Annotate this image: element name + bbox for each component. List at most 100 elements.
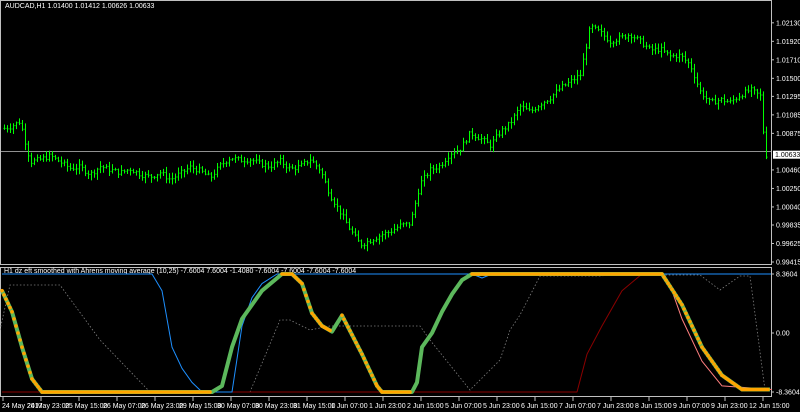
ahrens-marker bbox=[354, 340, 358, 345]
time-tick-label: 30 May 23:00 bbox=[255, 403, 298, 410]
price-tick-label: 1.00875 bbox=[776, 131, 800, 138]
ahrens-marker bbox=[340, 313, 344, 318]
ahrens-marker bbox=[362, 356, 366, 361]
ahrens-marker bbox=[328, 328, 332, 333]
ahrens-marker bbox=[694, 332, 698, 337]
ahrens-marker bbox=[350, 332, 354, 337]
ahrens-marker bbox=[304, 293, 308, 298]
ahrens-marker bbox=[0, 288, 4, 293]
time-tick-label: 8 Jun 15:00 bbox=[635, 403, 672, 410]
ahrens-marker bbox=[344, 321, 348, 325]
price-bars bbox=[3, 23, 768, 252]
indicator-frame bbox=[0, 267, 772, 397]
price-tick-label: 0.99415 bbox=[776, 260, 800, 267]
main-chart-frame bbox=[0, 0, 772, 265]
ahrens-marker bbox=[676, 296, 680, 301]
price-tick-label: 1.01295 bbox=[776, 94, 800, 101]
time-tick-label: 29 May 15:00 bbox=[179, 403, 222, 410]
ahrens-marker bbox=[368, 369, 372, 373]
time-tick-label: 9 Jun 07:00 bbox=[673, 403, 710, 410]
ahrens-marker bbox=[364, 360, 368, 365]
ahrens-marker bbox=[408, 390, 412, 394]
ahrens-marker bbox=[366, 365, 370, 369]
ahrens-marker bbox=[14, 324, 18, 328]
ahrens-marker bbox=[668, 284, 672, 289]
ahrens-marker bbox=[660, 272, 664, 276]
time-axis: 24 May 201724 May 23:0025 May 15:0026 Ma… bbox=[2, 397, 790, 410]
time-tick-label: 12 Jun 15:00 bbox=[749, 403, 790, 410]
ahrens-marker bbox=[356, 344, 360, 349]
price-tick-label: 1.01710 bbox=[776, 57, 800, 64]
ahrens-marker bbox=[672, 290, 676, 295]
ahrens-marker bbox=[680, 302, 684, 307]
ahrens-marker bbox=[10, 310, 14, 314]
price-tick-label: 1.01920 bbox=[776, 39, 800, 46]
time-tick-label: 25 May 15:00 bbox=[65, 403, 108, 410]
ahrens-marker bbox=[4, 297, 8, 301]
time-tick-label: 31 May 15:00 bbox=[293, 403, 336, 410]
time-tick-label: 9 Jun 23:00 bbox=[711, 403, 748, 410]
ahrens-marker bbox=[766, 387, 770, 392]
price-tick-label: 0.99625 bbox=[776, 241, 800, 248]
ahrens-marker bbox=[686, 315, 690, 320]
price-tick-label: 1.01500 bbox=[776, 76, 800, 83]
ahrens-marker bbox=[674, 293, 678, 298]
ahrens-marker bbox=[670, 287, 674, 292]
indicator-axis: 8.3604 0.00 -8.3604 bbox=[771, 272, 800, 397]
price-tick-label: 1.01085 bbox=[776, 112, 800, 119]
time-tick-label: 26 May 23:00 bbox=[141, 403, 184, 410]
time-tick-label: 1 Jun 07:00 bbox=[331, 403, 368, 410]
ahrens-marker bbox=[22, 351, 26, 356]
ahrens-marker bbox=[342, 317, 346, 322]
time-tick-label: 7 Jun 07:00 bbox=[559, 403, 596, 410]
ahrens-marker bbox=[698, 341, 702, 345]
dotted-signal-line bbox=[0, 274, 766, 393]
time-tick-label: 30 May 07:00 bbox=[217, 403, 260, 410]
ahrens-marker bbox=[682, 307, 686, 311]
ahrens-marker bbox=[306, 299, 310, 304]
main-chart-header: AUDCAD,H1 1.01400 1.01412 1.00626 1.0063… bbox=[5, 3, 155, 10]
ahrens-marker bbox=[358, 348, 362, 353]
ahrens-marker bbox=[346, 325, 350, 329]
ahrens-marker bbox=[372, 377, 376, 382]
ahrens-marker bbox=[20, 345, 24, 349]
ahrens-marker bbox=[18, 338, 22, 342]
time-tick-label: 24 May 23:00 bbox=[27, 403, 70, 410]
time-tick-label: 2 Jun 15:00 bbox=[407, 403, 444, 410]
ahrens-marker bbox=[352, 336, 356, 341]
time-tick-label: 6 Jun 15:00 bbox=[521, 403, 558, 410]
ahrens-marker bbox=[2, 293, 6, 297]
ahrens-marker bbox=[662, 275, 666, 279]
indicator-lines bbox=[0, 272, 773, 394]
ahrens-marker bbox=[28, 370, 32, 375]
ahrens-marker bbox=[690, 324, 694, 328]
ahrens-marker bbox=[300, 281, 304, 286]
time-tick-label: 26 May 07:00 bbox=[103, 403, 146, 410]
terminal-window: AUDCAD,H1 1.01400 1.01412 1.00626 1.0063… bbox=[0, 0, 800, 412]
blue-line bbox=[2, 273, 772, 393]
chart-canvas[interactable]: AUDCAD,H1 1.01400 1.01412 1.00626 1.0063… bbox=[0, 0, 800, 412]
ahrens-marker bbox=[302, 287, 306, 292]
current-price-label: 1.00633 bbox=[775, 152, 800, 159]
price-axis: 1.02130 1.01920 1.01710 1.01500 1.01295 1.010… bbox=[771, 20, 800, 267]
price-tick-label: 1.00040 bbox=[776, 204, 800, 211]
price-tick-label: 0.99835 bbox=[776, 222, 800, 229]
pink-line bbox=[602, 273, 773, 390]
ahrens-marker bbox=[16, 331, 20, 335]
price-tick-label: 1.00250 bbox=[776, 186, 800, 193]
ahrens-marker bbox=[24, 358, 28, 362]
indicator-tick-label: 0.00 bbox=[776, 331, 790, 338]
time-tick-label: 5 Jun 23:00 bbox=[483, 403, 520, 410]
ahrens-marker bbox=[688, 319, 692, 324]
ahrens-marker bbox=[696, 336, 700, 341]
time-tick-label: 1 Jun 23:00 bbox=[369, 403, 406, 410]
indicator-tick-label: 8.3604 bbox=[776, 272, 798, 279]
ahrens-marker bbox=[664, 278, 668, 282]
ahrens-marker bbox=[692, 328, 696, 332]
ahrens-marker bbox=[6, 301, 10, 306]
ahrens-marker bbox=[26, 364, 30, 368]
price-tick-label: 1.02130 bbox=[776, 20, 800, 27]
ahrens-marker bbox=[666, 281, 670, 286]
indicator-tick-label: -8.3604 bbox=[776, 390, 800, 397]
price-tick-label: 1.00460 bbox=[776, 167, 800, 174]
